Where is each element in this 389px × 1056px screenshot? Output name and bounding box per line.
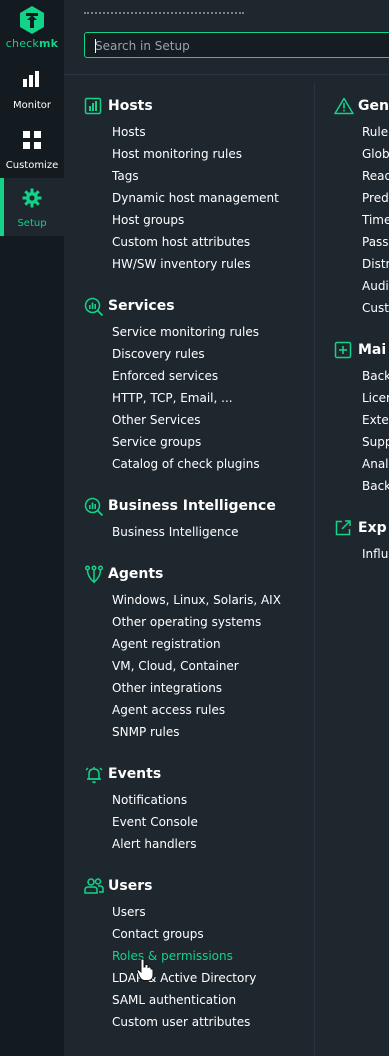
topic-maintenance: Mai Back Licer Exter Supp Analy Back <box>334 341 389 497</box>
menu-item-windows-linux-solaris-aix[interactable]: Windows, Linux, Solaris, AIX <box>84 589 281 611</box>
menu-item-contact-groups[interactable]: Contact groups <box>84 923 256 945</box>
menu-item-audit-log[interactable]: Audi <box>334 275 389 297</box>
menu-item-vm-cloud-container[interactable]: VM, Cloud, Container <box>84 655 281 677</box>
nav-customize-label: Customize <box>5 160 59 171</box>
nav-customize[interactable]: Customize <box>0 120 64 178</box>
menu-item-catalog-of-check-plugins[interactable]: Catalog of check plugins <box>84 453 260 475</box>
topic-agents-title: Agents <box>108 566 164 582</box>
setup-search-box[interactable] <box>84 32 389 58</box>
nav-monitor-label: Monitor <box>12 100 51 111</box>
column-divider <box>314 82 315 1056</box>
menu-item-rules[interactable]: Rule <box>334 121 389 143</box>
navigation-rail: checkmk Monitor Customize Setup <box>0 0 64 1056</box>
general-warning-icon <box>334 97 354 115</box>
checkmk-logo-icon <box>20 6 44 34</box>
setup-search-input[interactable] <box>93 36 387 56</box>
menu-item-background-jobs[interactable]: Back <box>334 475 389 497</box>
topic-services-title: Services <box>108 298 175 314</box>
topic-general-title: Gene <box>358 98 389 114</box>
menu-item-custom-icons[interactable]: Cust <box>334 297 389 319</box>
text-caret <box>95 39 96 53</box>
menu-item-dynamic-host-management[interactable]: Dynamic host management <box>84 187 279 209</box>
menu-item-http-tcp-email[interactable]: HTTP, TCP, Email, ... <box>84 387 260 409</box>
menu-item-snmp-rules[interactable]: SNMP rules <box>84 721 281 743</box>
search-divider <box>64 74 389 75</box>
topic-maintenance-title: Mai <box>358 342 387 358</box>
menu-item-saml-authentication[interactable]: SAML authentication <box>84 989 256 1011</box>
menu-item-hosts[interactable]: Hosts <box>84 121 279 143</box>
nav-setup[interactable]: Setup <box>0 178 64 236</box>
menu-item-time-periods[interactable]: Time <box>334 209 389 231</box>
menu-item-tags[interactable]: Tags <box>84 165 279 187</box>
menu-item-alert-handlers[interactable]: Alert handlers <box>84 833 198 855</box>
topic-hosts: Hosts Hosts Host monitoring rules Tags D… <box>84 97 279 275</box>
menu-item-discovery-rules[interactable]: Discovery rules <box>84 343 260 365</box>
users-icon <box>84 878 104 894</box>
menu-item-custom-host-attributes[interactable]: Custom host attributes <box>84 231 279 253</box>
menu-item-hw-sw-inventory-rules[interactable]: HW/SW inventory rules <box>84 253 279 275</box>
menu-item-other-integrations[interactable]: Other integrations <box>84 677 281 699</box>
menu-item-other-services[interactable]: Other Services <box>84 409 260 431</box>
topic-agents: Agents Windows, Linux, Solaris, AIX Othe… <box>84 565 281 743</box>
menu-item-roles-permissions[interactable]: Roles & permissions <box>84 945 256 967</box>
menu-item-predefined-conditions[interactable]: Pred <box>334 187 389 209</box>
menu-item-agent-registration[interactable]: Agent registration <box>84 633 281 655</box>
menu-item-users[interactable]: Users <box>84 901 256 923</box>
events-bell-icon <box>85 767 103 784</box>
hand-cursor-icon <box>136 958 154 981</box>
topic-users-title: Users <box>108 878 153 894</box>
topic-exporter: Exp Influ <box>334 519 389 565</box>
logo-text: checkmk <box>5 37 59 50</box>
menu-item-licensing[interactable]: Licer <box>334 387 389 409</box>
menu-item-host-monitoring-rules[interactable]: Host monitoring rules <box>84 143 279 165</box>
menu-item-analyze-configuration[interactable]: Analy <box>334 453 389 475</box>
customize-icon <box>23 131 41 149</box>
topic-events: Events Notifications Event Console Alert… <box>84 765 198 855</box>
maintenance-plus-icon <box>334 341 352 359</box>
menu-item-other-operating-systems[interactable]: Other operating systems <box>84 611 281 633</box>
menu-item-extension-packages[interactable]: Exter <box>334 409 389 431</box>
topic-services: Services Service monitoring rules Discov… <box>84 297 260 475</box>
topic-events-title: Events <box>108 766 162 782</box>
nav-setup-label: Setup <box>17 218 47 229</box>
menu-item-service-groups[interactable]: Service groups <box>84 431 260 453</box>
topic-business-intelligence-title: Business Intelligence <box>108 498 276 514</box>
menu-item-service-monitoring-rules[interactable]: Service monitoring rules <box>84 321 260 343</box>
checkmk-logo[interactable]: checkmk <box>0 0 64 56</box>
scrolled-title-remnant <box>84 12 244 20</box>
setup-megamenu: Hosts Hosts Host monitoring rules Tags D… <box>64 0 389 1056</box>
setup-gear-icon <box>22 188 42 208</box>
topic-general: Gene Rule Glob Read Pred Time Pass Distr… <box>334 97 389 319</box>
services-icon <box>84 297 104 317</box>
menu-item-read-only-mode[interactable]: Read <box>334 165 389 187</box>
business-intelligence-icon <box>84 497 104 517</box>
menu-item-global-settings[interactable]: Glob <box>334 143 389 165</box>
topic-users: Users Users Contact groups Roles & permi… <box>84 877 256 1033</box>
menu-item-enforced-services[interactable]: Enforced services <box>84 365 260 387</box>
menu-item-distributed-monitoring[interactable]: Distr <box>334 253 389 275</box>
menu-item-backups[interactable]: Back <box>334 365 389 387</box>
menu-item-notifications[interactable]: Notifications <box>84 789 198 811</box>
menu-item-passwords[interactable]: Pass <box>334 231 389 253</box>
menu-item-event-console[interactable]: Event Console <box>84 811 198 833</box>
nav-monitor[interactable]: Monitor <box>0 60 64 118</box>
exporter-icon <box>335 520 351 536</box>
menu-item-custom-user-attributes[interactable]: Custom user attributes <box>84 1011 256 1033</box>
topic-business-intelligence: Business Intelligence Business Intellige… <box>84 497 276 543</box>
hosts-icon <box>84 97 102 115</box>
menu-item-influxdb[interactable]: Influ <box>334 543 389 565</box>
menu-item-host-groups[interactable]: Host groups <box>84 209 279 231</box>
menu-item-support-diagnostics[interactable]: Supp <box>334 431 389 453</box>
topic-hosts-title: Hosts <box>108 98 153 114</box>
menu-item-ldap-active-directory[interactable]: LDAP & Active Directory <box>84 967 256 989</box>
menu-item-agent-access-rules[interactable]: Agent access rules <box>84 699 281 721</box>
menu-item-business-intelligence[interactable]: Business Intelligence <box>84 521 239 543</box>
agents-icon <box>84 565 104 583</box>
monitor-icon <box>23 71 39 87</box>
topic-exporter-title: Exp <box>358 520 387 536</box>
